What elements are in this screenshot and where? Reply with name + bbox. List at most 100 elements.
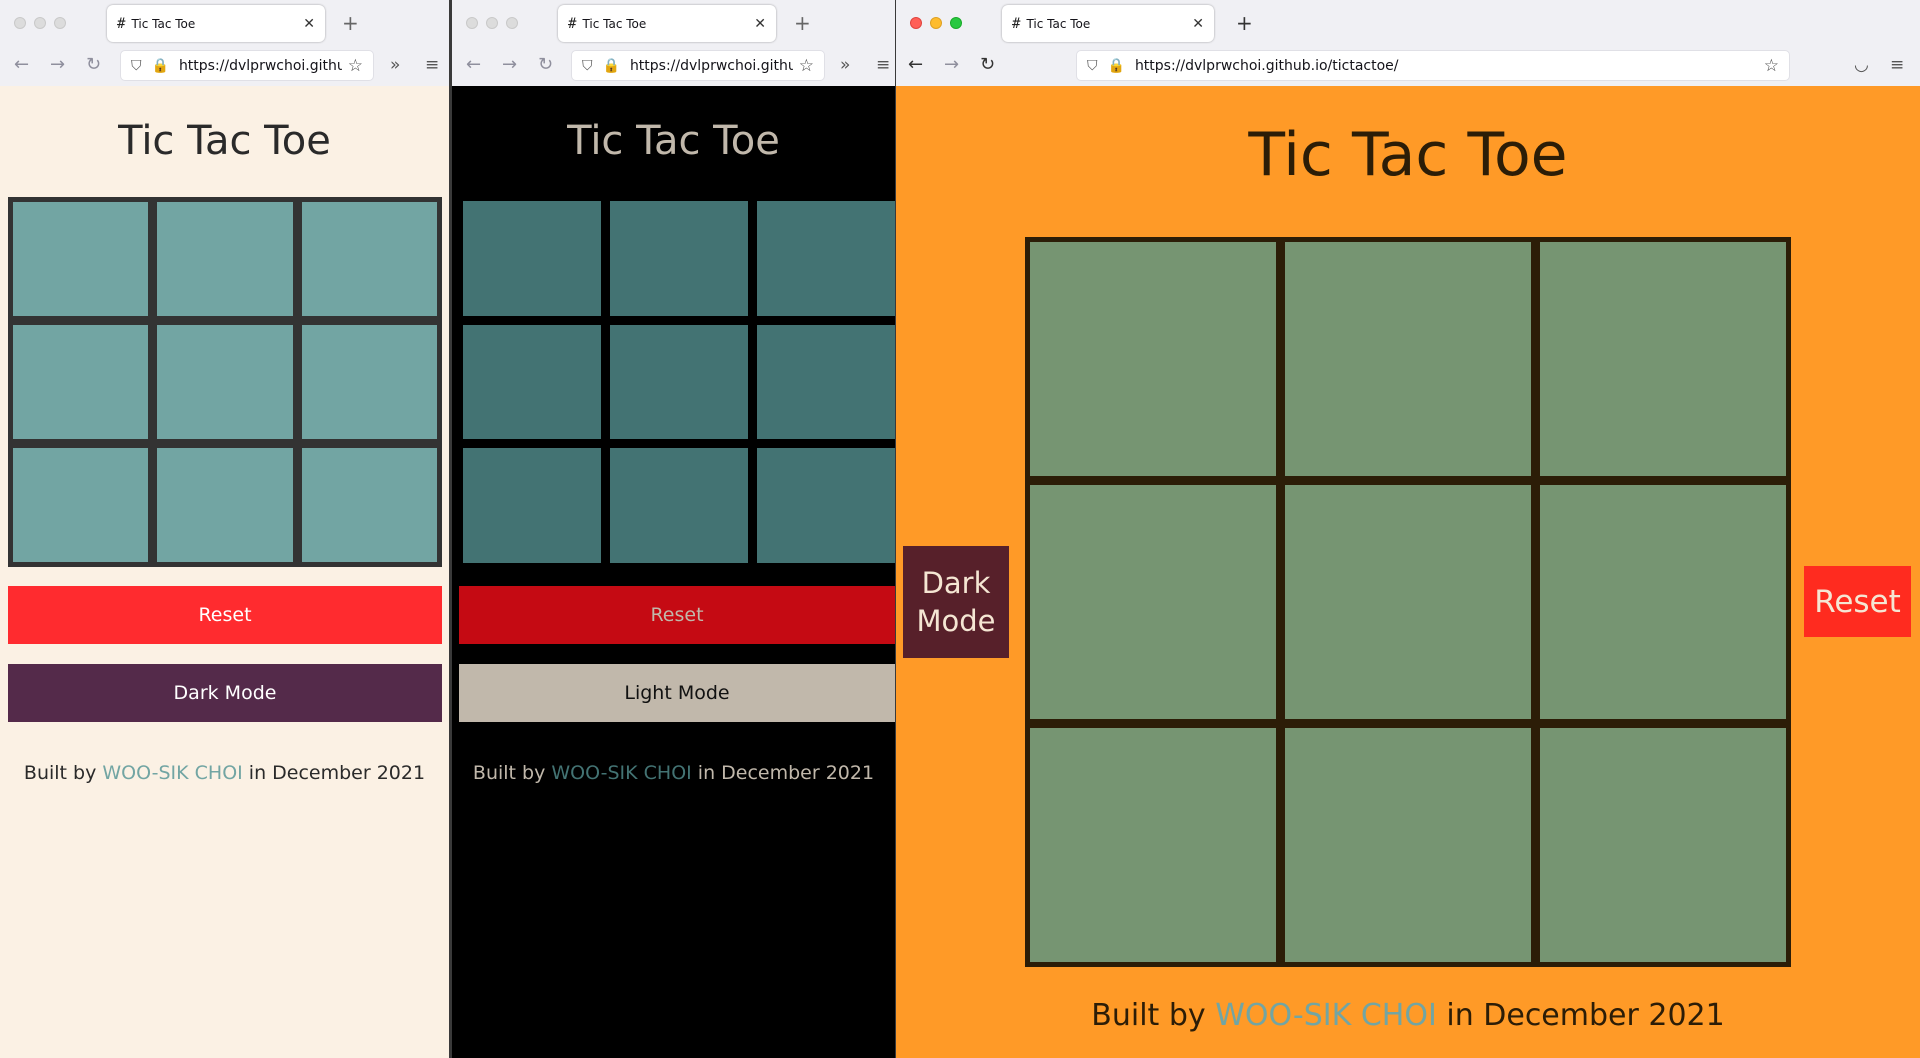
browser-window-orange: # Tic Tac Toe ✕ + ← → ↻ ⛉ 🔒 https://dvlp…: [896, 0, 1920, 1058]
board-cell-1[interactable]: [1030, 242, 1276, 476]
menu-icon[interactable]: ≡: [1890, 55, 1904, 75]
minimize-window-button[interactable]: [486, 17, 498, 29]
back-icon[interactable]: ←: [466, 54, 481, 76]
close-window-button[interactable]: [14, 17, 26, 29]
board-cell-2[interactable]: [157, 202, 293, 316]
window-controls: [14, 17, 66, 29]
board-cell-7[interactable]: [1030, 728, 1276, 962]
forward-icon[interactable]: →: [944, 54, 959, 76]
reset-button[interactable]: Reset: [1804, 566, 1911, 637]
pocket-icon[interactable]: ◡: [1854, 55, 1869, 75]
footer-suffix: in December 2021: [248, 762, 426, 784]
close-window-button[interactable]: [910, 17, 922, 29]
browser-tab[interactable]: # Tic Tac Toe ✕: [1002, 5, 1214, 42]
board-cell-8[interactable]: [157, 448, 293, 562]
new-tab-icon[interactable]: +: [1236, 11, 1253, 35]
close-tab-icon[interactable]: ✕: [754, 16, 766, 32]
board-cell-9[interactable]: [757, 448, 895, 563]
footer-suffix: in December 2021: [1446, 998, 1725, 1033]
author-link[interactable]: WOO-SIK CHOI: [1215, 998, 1437, 1033]
close-tab-icon[interactable]: ✕: [1192, 16, 1204, 32]
footer-prefix: Built by: [1091, 998, 1206, 1033]
reload-icon[interactable]: ↻: [980, 54, 995, 76]
board-cell-3[interactable]: [757, 201, 895, 316]
footer: Built by WOO-SIK CHOI in December 2021: [0, 762, 449, 784]
reload-icon[interactable]: ↻: [538, 54, 553, 76]
minimize-window-button[interactable]: [930, 17, 942, 29]
window-controls: [910, 17, 962, 29]
page-title: Tic Tac Toe: [1248, 120, 1568, 190]
author-link[interactable]: WOO-SIK CHOI: [551, 762, 691, 784]
forward-icon[interactable]: →: [502, 54, 517, 76]
new-tab-icon[interactable]: +: [794, 11, 811, 35]
bookmark-star-icon[interactable]: ☆: [799, 56, 814, 76]
maximize-window-button[interactable]: [950, 17, 962, 29]
board-cell-4[interactable]: [1030, 485, 1276, 719]
light-mode-button[interactable]: Light Mode: [459, 664, 895, 722]
url-bar[interactable]: ⛉ 🔒 https://dvlprwchoi.github.io/tictact…: [571, 50, 825, 81]
board-cell-7[interactable]: [13, 448, 149, 562]
board-cell-5[interactable]: [1285, 485, 1531, 719]
board-cell-4[interactable]: [463, 324, 601, 440]
game-board: [8, 197, 442, 567]
browser-chrome: # Tic Tac Toe ✕ + ← → ↻ ⛉ 🔒 https://dvlp…: [896, 0, 1920, 87]
url-text: https://dvlprwchoi.github.io/tictactoe/: [178, 57, 342, 74]
board-cell-2[interactable]: [1285, 242, 1531, 476]
board-cell-1[interactable]: [13, 202, 149, 316]
back-icon[interactable]: ←: [14, 54, 29, 76]
board-cell-9[interactable]: [301, 448, 437, 562]
board-cell-1[interactable]: [463, 201, 601, 316]
dark-mode-button[interactable]: Dark Mode: [8, 664, 442, 722]
menu-icon[interactable]: ≡: [425, 55, 439, 75]
dark-mode-button-label: Dark Mode: [916, 566, 996, 638]
board-cell-8[interactable]: [610, 448, 748, 563]
browser-tab[interactable]: # Tic Tac Toe ✕: [107, 5, 325, 42]
dark-mode-button[interactable]: Dark Mode: [903, 546, 1009, 658]
browser-window-light: # Tic Tac Toe ✕ + ← → ↻ ⛉ 🔒 https://dvlp…: [0, 0, 449, 1058]
url-bar[interactable]: ⛉ 🔒 https://dvlprwchoi.github.io/tictact…: [1076, 50, 1790, 81]
game-board: [1025, 237, 1791, 967]
board-cell-4[interactable]: [13, 325, 149, 439]
page-title: Tic Tac Toe: [118, 118, 331, 164]
footer: Built by WOO-SIK CHOI in December 2021: [896, 998, 1920, 1033]
back-icon[interactable]: ←: [908, 54, 923, 76]
shield-icon: ⛉: [131, 57, 142, 74]
overflow-chevron-icon[interactable]: »: [840, 55, 850, 75]
new-tab-icon[interactable]: +: [342, 11, 359, 35]
bookmark-star-icon[interactable]: ☆: [1764, 56, 1779, 76]
board-cell-6[interactable]: [757, 324, 895, 440]
forward-icon[interactable]: →: [50, 54, 65, 76]
maximize-window-button[interactable]: [54, 17, 66, 29]
close-window-button[interactable]: [466, 17, 478, 29]
board-cell-5[interactable]: [157, 325, 293, 439]
maximize-window-button[interactable]: [506, 17, 518, 29]
menu-icon[interactable]: ≡: [876, 55, 890, 75]
board-cell-6[interactable]: [301, 325, 437, 439]
reload-icon[interactable]: ↻: [86, 54, 101, 76]
author-link[interactable]: WOO-SIK CHOI: [102, 762, 242, 784]
shield-icon: ⛉: [582, 57, 593, 74]
board-cell-3[interactable]: [1540, 242, 1786, 476]
nav-bar: ← → ↻ ⛉ 🔒 https://dvlprwchoi.github.io/t…: [452, 45, 895, 86]
board-cell-3[interactable]: [301, 202, 437, 316]
tab-title: Tic Tac Toe: [1026, 16, 1091, 31]
board-cell-5[interactable]: [610, 324, 748, 440]
board-cell-9[interactable]: [1540, 728, 1786, 962]
board-cell-7[interactable]: [463, 448, 601, 563]
board-cell-2[interactable]: [610, 201, 748, 316]
board-cell-6[interactable]: [1540, 485, 1786, 719]
footer-prefix: Built by: [472, 762, 546, 784]
url-bar[interactable]: ⛉ 🔒 https://dvlprwchoi.github.io/tictact…: [120, 50, 374, 81]
game-board: [463, 201, 895, 563]
browser-chrome: # Tic Tac Toe ✕ + ← → ↻ ⛉ 🔒 https://dvlp…: [452, 0, 895, 87]
minimize-window-button[interactable]: [34, 17, 46, 29]
reset-button[interactable]: Reset: [459, 586, 895, 644]
overflow-chevron-icon[interactable]: »: [390, 55, 400, 75]
tictactoe-favicon-icon: #: [1012, 15, 1021, 32]
lock-icon: 🔒: [1107, 57, 1125, 74]
board-cell-8[interactable]: [1285, 728, 1531, 962]
reset-button[interactable]: Reset: [8, 586, 442, 644]
bookmark-star-icon[interactable]: ☆: [348, 56, 363, 76]
browser-tab[interactable]: # Tic Tac Toe ✕: [558, 5, 776, 42]
close-tab-icon[interactable]: ✕: [303, 16, 315, 32]
